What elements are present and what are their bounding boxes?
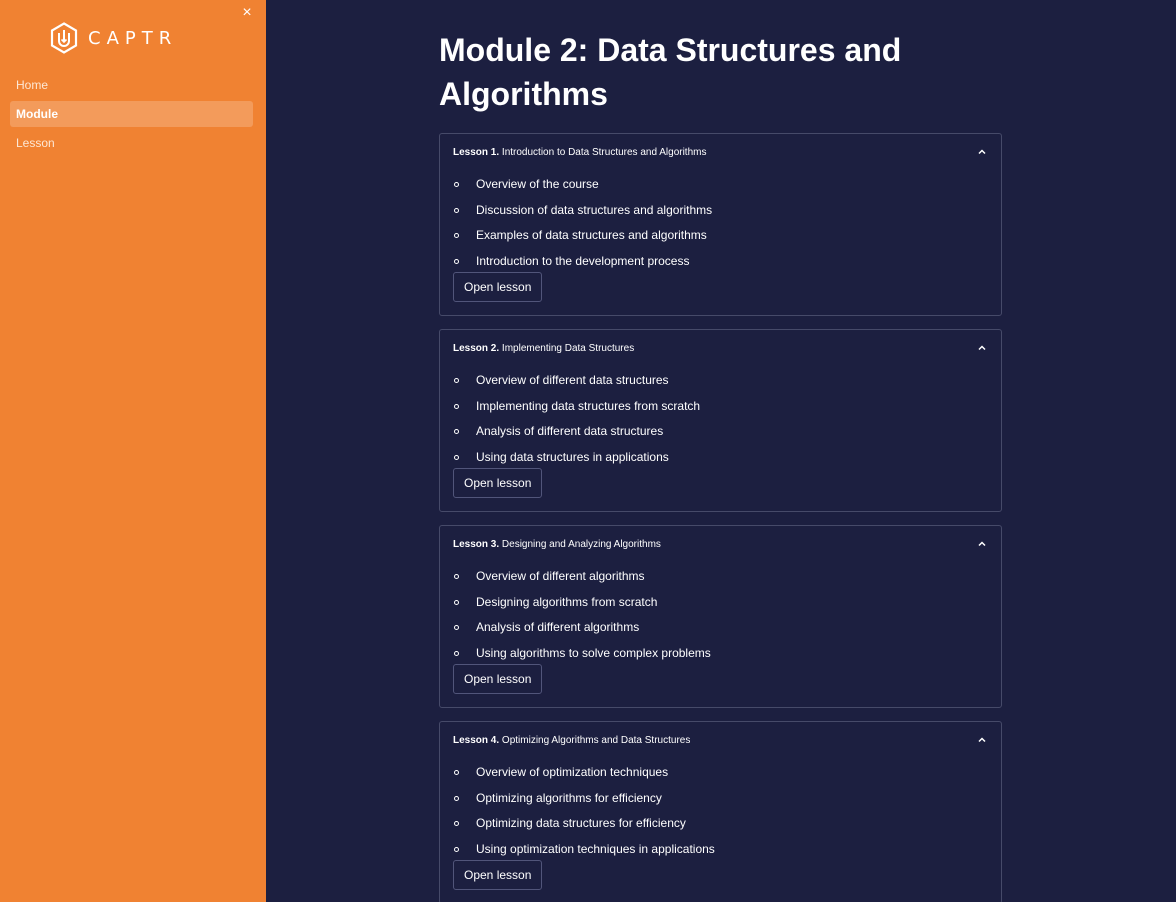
lesson-title: Optimizing Algorithms and Data Structure… <box>501 734 691 746</box>
list-item: Optimizing data structures for efficienc… <box>453 811 988 837</box>
open-lesson-button[interactable]: Open lesson <box>453 468 543 498</box>
open-lesson-button[interactable]: Open lesson <box>453 860 543 890</box>
lesson-title: Implementing Data Structures <box>501 342 635 354</box>
captr-logo-icon <box>50 22 78 54</box>
list-item: Analysis of different algorithms <box>453 615 988 641</box>
sidebar-item-lesson[interactable]: Lesson <box>10 130 253 156</box>
topic-list: Overview of different algorithms Designi… <box>453 564 988 666</box>
main-content: Module 2: Data Structures and Algorithms… <box>439 0 1002 902</box>
lesson-number: Lesson 2. <box>453 342 500 354</box>
list-item: Examples of data structures and algorith… <box>453 223 988 249</box>
lesson-header[interactable]: Lesson 2. Implementing Data Structures <box>453 330 988 366</box>
lesson-number: Lesson 4. <box>453 734 500 746</box>
list-item: Implementing data structures from scratc… <box>453 394 988 420</box>
lesson-card: Lesson 2. Implementing Data Structures O… <box>439 329 1002 512</box>
list-item: Optimizing algorithms for efficiency <box>453 786 988 812</box>
lesson-title: Designing and Analyzing Algorithms <box>501 538 661 550</box>
open-lesson-button[interactable]: Open lesson <box>453 664 543 694</box>
lesson-header[interactable]: Lesson 4. Optimizing Algorithms and Data… <box>453 722 988 758</box>
sidebar-item-module[interactable]: Module <box>10 101 253 127</box>
list-item: Overview of the course <box>453 172 988 198</box>
sidebar-nav: Home Module Lesson <box>10 72 253 159</box>
captr-logo: CAPTR <box>50 22 177 54</box>
lesson-header[interactable]: Lesson 3. Designing and Analyzing Algori… <box>453 526 988 562</box>
topic-list: Overview of the course Discussion of dat… <box>453 172 988 274</box>
page-title: Module 2: Data Structures and Algorithms <box>439 32 902 112</box>
lesson-card: Lesson 3. Designing and Analyzing Algori… <box>439 525 1002 708</box>
open-lesson-button[interactable]: Open lesson <box>453 272 543 302</box>
list-item: Using optimization techniques in applica… <box>453 837 988 863</box>
lesson-number: Lesson 1. <box>453 146 500 158</box>
lesson-heading: Lesson 2. Implementing Data Structures <box>453 343 634 354</box>
lesson-title: Introduction to Data Structures and Algo… <box>501 146 707 158</box>
list-item: Overview of optimization techniques <box>453 760 988 786</box>
lesson-header[interactable]: Lesson 1. Introduction to Data Structure… <box>453 134 988 170</box>
topic-list: Overview of optimization techniques Opti… <box>453 760 988 862</box>
chevron-up-icon[interactable] <box>976 342 988 354</box>
lesson-heading: Lesson 1. Introduction to Data Structure… <box>453 147 706 158</box>
sidebar-item-home[interactable]: Home <box>10 72 253 98</box>
topic-list: Overview of different data structures Im… <box>453 368 988 470</box>
list-item: Using data structures in applications <box>453 445 988 471</box>
chevron-up-icon[interactable] <box>976 538 988 550</box>
list-item: Using algorithms to solve complex proble… <box>453 641 988 667</box>
sidebar: × CAPTR Home Module Lesson <box>0 0 266 902</box>
brand-name: CAPTR <box>88 27 178 49</box>
lesson-number: Lesson 3. <box>453 538 500 550</box>
chevron-up-icon[interactable] <box>976 734 988 746</box>
lesson-heading: Lesson 3. Designing and Analyzing Algori… <box>453 539 661 550</box>
close-sidebar-button[interactable]: × <box>239 5 255 21</box>
lesson-heading: Lesson 4. Optimizing Algorithms and Data… <box>453 735 690 746</box>
chevron-up-icon[interactable] <box>976 146 988 158</box>
lesson-card: Lesson 4. Optimizing Algorithms and Data… <box>439 721 1002 902</box>
list-item: Designing algorithms from scratch <box>453 590 988 616</box>
list-item: Introduction to the development process <box>453 249 988 275</box>
lesson-list: Lesson 1. Introduction to Data Structure… <box>439 133 1002 902</box>
lesson-card: Lesson 1. Introduction to Data Structure… <box>439 133 1002 316</box>
list-item: Overview of different algorithms <box>453 564 988 590</box>
list-item: Discussion of data structures and algori… <box>453 198 988 224</box>
list-item: Overview of different data structures <box>453 368 988 394</box>
list-item: Analysis of different data structures <box>453 419 988 445</box>
